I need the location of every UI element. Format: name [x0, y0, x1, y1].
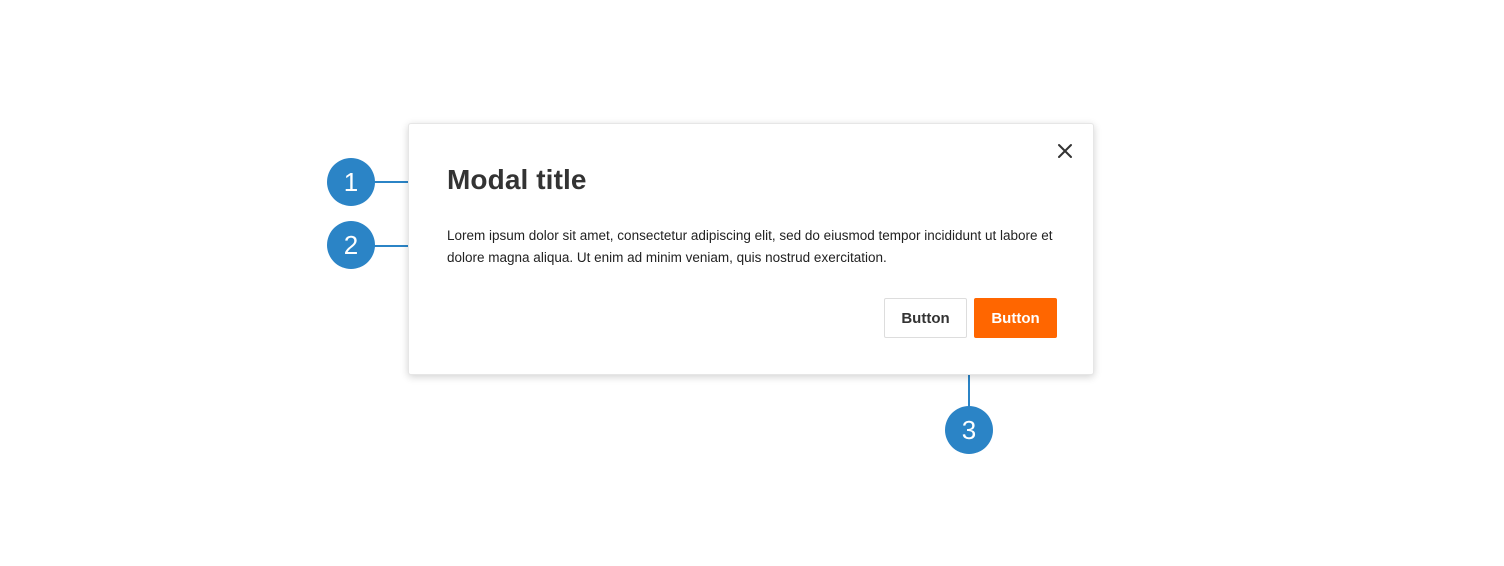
callout-marker-1: 1 [327, 158, 375, 206]
modal-close-button[interactable] [1055, 141, 1075, 161]
primary-button[interactable]: Button [974, 298, 1057, 338]
modal-dialog: Modal title Lorem ipsum dolor sit amet, … [408, 123, 1094, 375]
modal-title: Modal title [447, 164, 587, 195]
modal-body-text: Lorem ipsum dolor sit amet, consectetur … [447, 228, 1053, 265]
annotated-modal-diagram: Modal title Lorem ipsum dolor sit amet, … [0, 0, 1504, 566]
secondary-button[interactable]: Button [884, 298, 967, 338]
close-icon [1058, 144, 1072, 158]
callout-marker-3: 3 [945, 406, 993, 454]
callout-marker-2: 2 [327, 221, 375, 269]
